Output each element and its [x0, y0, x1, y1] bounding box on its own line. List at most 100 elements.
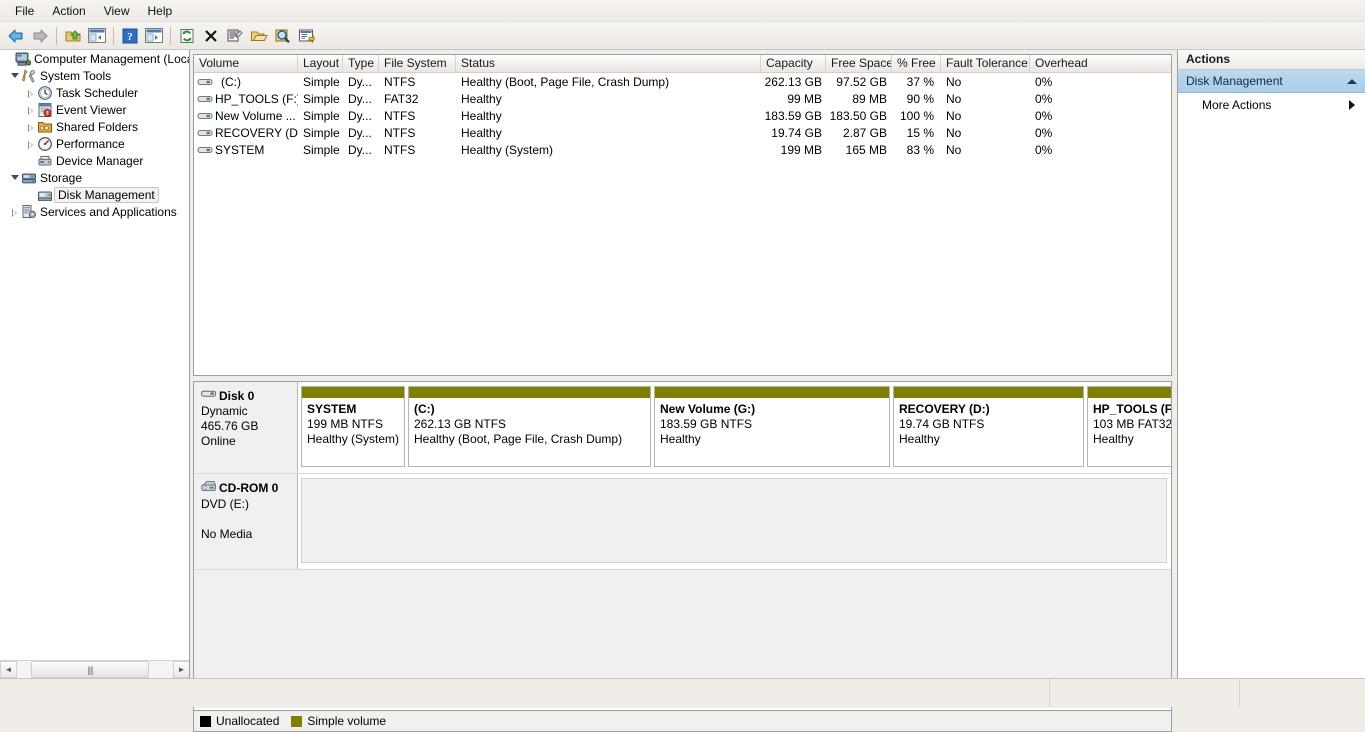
disk-info-cdrom-0[interactable]: CD-ROM 0 DVD (E:) No Media	[194, 474, 298, 569]
column-header-status[interactable]: Status	[456, 55, 761, 73]
column-header-volume[interactable]: Volume	[194, 55, 298, 73]
column-header-percent-free[interactable]: % Free	[892, 55, 941, 73]
table-row[interactable]: HP_TOOLS (F:) Simple Dy... FAT32 Healthy…	[194, 90, 1171, 107]
partition-color-bar	[894, 387, 1083, 399]
action-more-actions[interactable]: More Actions	[1178, 93, 1365, 116]
properties-icon[interactable]	[223, 24, 247, 48]
twisty-system-tools[interactable]	[10, 70, 21, 81]
tree-item-computer-management[interactable]: Computer Management (Local	[0, 50, 189, 67]
column-header-type[interactable]: Type	[343, 55, 379, 73]
partition-c[interactable]: (C:) 262.13 GB NTFS Healthy (Boot, Page …	[408, 386, 651, 467]
partition-recovery[interactable]: RECOVERY (D:) 19.74 GB NTFS Healthy	[893, 386, 1084, 467]
table-row[interactable]: New Volume ... Simple Dy... NTFS Healthy…	[194, 107, 1171, 124]
actions-pane: Actions Disk Management More Actions	[1177, 50, 1365, 678]
column-header-fault-tolerance[interactable]: Fault Tolerance	[941, 55, 1030, 73]
disk-title-row: Disk 0	[201, 388, 297, 404]
tree-item-event-viewer[interactable]: Event Viewer	[0, 101, 189, 118]
menu-file[interactable]: File	[6, 1, 43, 21]
all-tasks-icon[interactable]	[295, 24, 319, 48]
tree-label-event-viewer: Event Viewer	[56, 102, 127, 117]
volume-icon	[197, 125, 213, 141]
delete-icon[interactable]	[199, 24, 223, 48]
tree-item-disk-management[interactable]: Disk Management	[0, 186, 189, 203]
twisty-task-scheduler[interactable]	[26, 87, 37, 98]
help-icon[interactable]: ?	[118, 24, 142, 48]
column-header-free-space[interactable]: Free Space	[826, 55, 892, 73]
table-row[interactable]: SYSTEM Simple Dy... NTFS Healthy (System…	[194, 141, 1171, 158]
actions-group-disk-management[interactable]: Disk Management	[1178, 70, 1365, 93]
cell-volume: (C:)	[221, 74, 241, 89]
chevron-up-icon[interactable]	[1347, 78, 1357, 84]
legend-label-unallocated: Unallocated	[216, 714, 280, 728]
menu-action[interactable]: Action	[43, 1, 94, 21]
legend-swatch-simple-volume	[291, 715, 303, 727]
refresh-icon[interactable]	[175, 24, 199, 48]
column-header-overhead[interactable]: Overhead	[1030, 55, 1170, 73]
disk-state: Online	[201, 434, 236, 448]
back-icon[interactable]	[4, 24, 28, 48]
cell-status: Healthy	[461, 125, 502, 140]
partition-hp-tools[interactable]: HP_TOOLS (F: 103 MB FAT32 Healthy	[1087, 386, 1171, 467]
actions-pane-title: Actions	[1178, 50, 1365, 70]
twisty-event-viewer[interactable]	[26, 104, 37, 115]
cell-free-space: 183.50 GB	[829, 108, 887, 123]
status-cell-main	[0, 679, 1050, 707]
tree-item-system-tools[interactable]: System Tools	[0, 67, 189, 84]
scroll-left-icon[interactable]: ◄	[0, 661, 17, 678]
tree-item-performance[interactable]: Performance	[0, 135, 189, 152]
column-header-layout[interactable]: Layout	[298, 55, 343, 73]
device-manager-icon	[37, 153, 53, 169]
partition-name: SYSTEM	[307, 402, 357, 416]
tree-item-device-manager[interactable]: Device Manager	[0, 152, 189, 169]
disk-type: DVD (E:)	[201, 497, 249, 511]
disk-row-cdrom-0[interactable]: CD-ROM 0 DVD (E:) No Media	[194, 474, 1171, 570]
table-row[interactable]: (C:) Simple Dy... NTFS Healthy (Boot, Pa…	[194, 73, 1171, 90]
show-hide-action-pane-icon[interactable]	[142, 24, 166, 48]
cell-type: Dy...	[348, 91, 372, 106]
cell-percent-free: 37 %	[906, 74, 934, 89]
column-header-capacity[interactable]: Capacity	[761, 55, 826, 73]
partition-body: HP_TOOLS (F: 103 MB FAT32 Healthy	[1088, 399, 1171, 447]
tree-item-shared-folders[interactable]: Shared Folders	[0, 118, 189, 135]
scrollbar-track[interactable]: ||||	[17, 661, 173, 678]
cell-layout: Simple	[303, 125, 340, 140]
disk-management-pane: Volume Layout Type File System Status Ca…	[191, 50, 1175, 732]
tree-item-task-scheduler[interactable]: Task Scheduler	[0, 84, 189, 101]
no-media-area[interactable]	[301, 478, 1167, 563]
cell-percent-free: 83 %	[906, 142, 934, 157]
tree-horizontal-scrollbar[interactable]: ◄ |||| ►	[0, 660, 189, 678]
actions-group-label: Disk Management	[1186, 74, 1283, 88]
scroll-right-icon[interactable]: ►	[173, 661, 189, 678]
cell-capacity: 199 MB	[780, 142, 822, 157]
disk-size-spacer	[201, 512, 297, 527]
cell-overhead: 0%	[1035, 142, 1053, 157]
show-hide-console-tree-icon[interactable]	[85, 24, 109, 48]
table-row[interactable]: RECOVERY (D:) Simple Dy... NTFS Healthy …	[194, 124, 1171, 141]
disk-row-disk-0[interactable]: Disk 0 Dynamic 465.76 GB Online SYSTEM 1…	[194, 382, 1171, 474]
volume-icon	[197, 108, 213, 124]
cell-volume: New Volume ...	[215, 108, 296, 123]
twisty-performance[interactable]	[26, 138, 37, 149]
volume-icon	[197, 91, 213, 107]
cell-status: Healthy (System)	[461, 142, 554, 157]
up-folder-icon[interactable]	[61, 24, 85, 48]
tree-item-services-and-applications[interactable]: Services and Applications	[0, 203, 189, 220]
twisty-shared-folders[interactable]	[26, 121, 37, 132]
menu-help[interactable]: Help	[139, 1, 182, 21]
partition-new-volume[interactable]: New Volume (G:) 183.59 GB NTFS Healthy	[654, 386, 890, 467]
twisty-services[interactable]	[10, 206, 21, 217]
svg-text:?: ?	[127, 31, 133, 43]
cell-capacity: 99 MB	[787, 91, 822, 106]
scrollbar-thumb[interactable]: ||||	[31, 661, 149, 678]
forward-icon[interactable]	[28, 24, 52, 48]
cell-volume: SYSTEM	[215, 142, 265, 157]
column-header-file-system[interactable]: File System	[379, 55, 456, 73]
tree-item-storage[interactable]: Storage	[0, 169, 189, 186]
menu-view[interactable]: View	[95, 1, 139, 21]
chevron-right-icon[interactable]	[1349, 99, 1355, 110]
open-folder-icon[interactable]	[247, 24, 271, 48]
disk-info-disk-0[interactable]: Disk 0 Dynamic 465.76 GB Online	[194, 382, 298, 473]
partition-system[interactable]: SYSTEM 199 MB NTFS Healthy (System)	[301, 386, 405, 467]
rescan-disks-icon[interactable]	[271, 24, 295, 48]
twisty-storage[interactable]	[10, 172, 21, 183]
